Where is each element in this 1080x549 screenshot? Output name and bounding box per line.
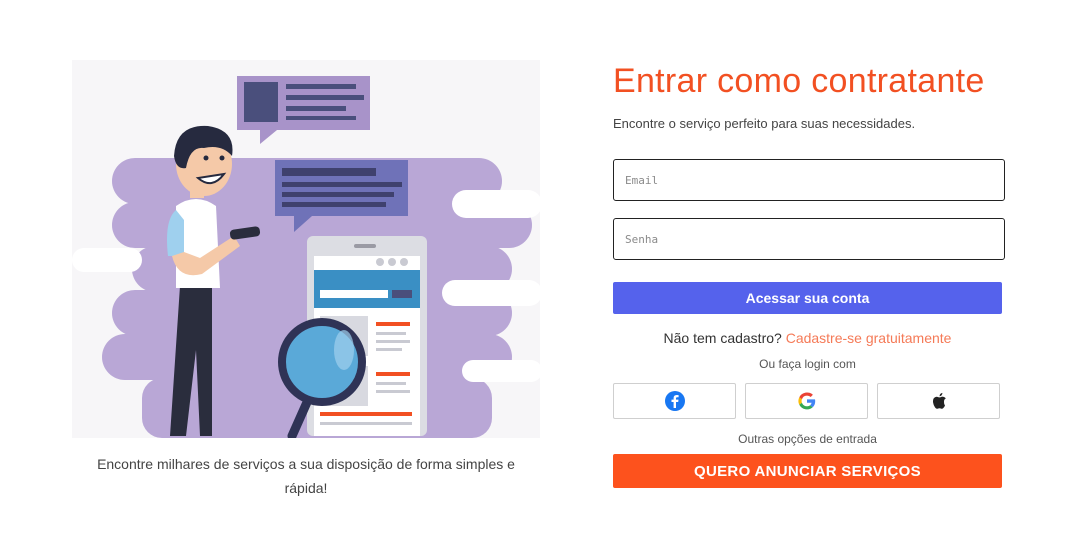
signup-row: Não tem cadastro? Cadastre-se gratuitame… [613,330,1002,346]
login-button[interactable]: Acessar sua conta [613,282,1002,314]
hero-illustration [72,60,542,441]
illustration-caption: Encontre milhares de serviços a sua disp… [97,456,515,496]
signup-link[interactable]: Cadastre-se gratuitamente [786,330,952,346]
person-with-phone-illustration [72,60,542,441]
apple-login-button[interactable] [877,383,1000,419]
facebook-login-button[interactable] [613,383,736,419]
facebook-icon [664,391,685,411]
password-field[interactable] [613,218,1005,260]
page-subtitle: Encontre o serviço perfeito para suas ne… [613,116,916,131]
google-login-button[interactable] [745,383,868,419]
google-icon [797,392,815,410]
email-field[interactable] [613,159,1005,201]
page-title: Entrar como contratante [613,62,985,100]
or-login-with-label: Ou faça login com [759,357,856,371]
no-account-text: Não tem cadastro? [663,330,782,346]
advertise-services-button[interactable]: QUERO ANUNCIAR SERVIÇOS [613,454,1002,488]
other-options-label: Outras opções de entrada [738,432,877,446]
apple-icon [932,392,946,409]
